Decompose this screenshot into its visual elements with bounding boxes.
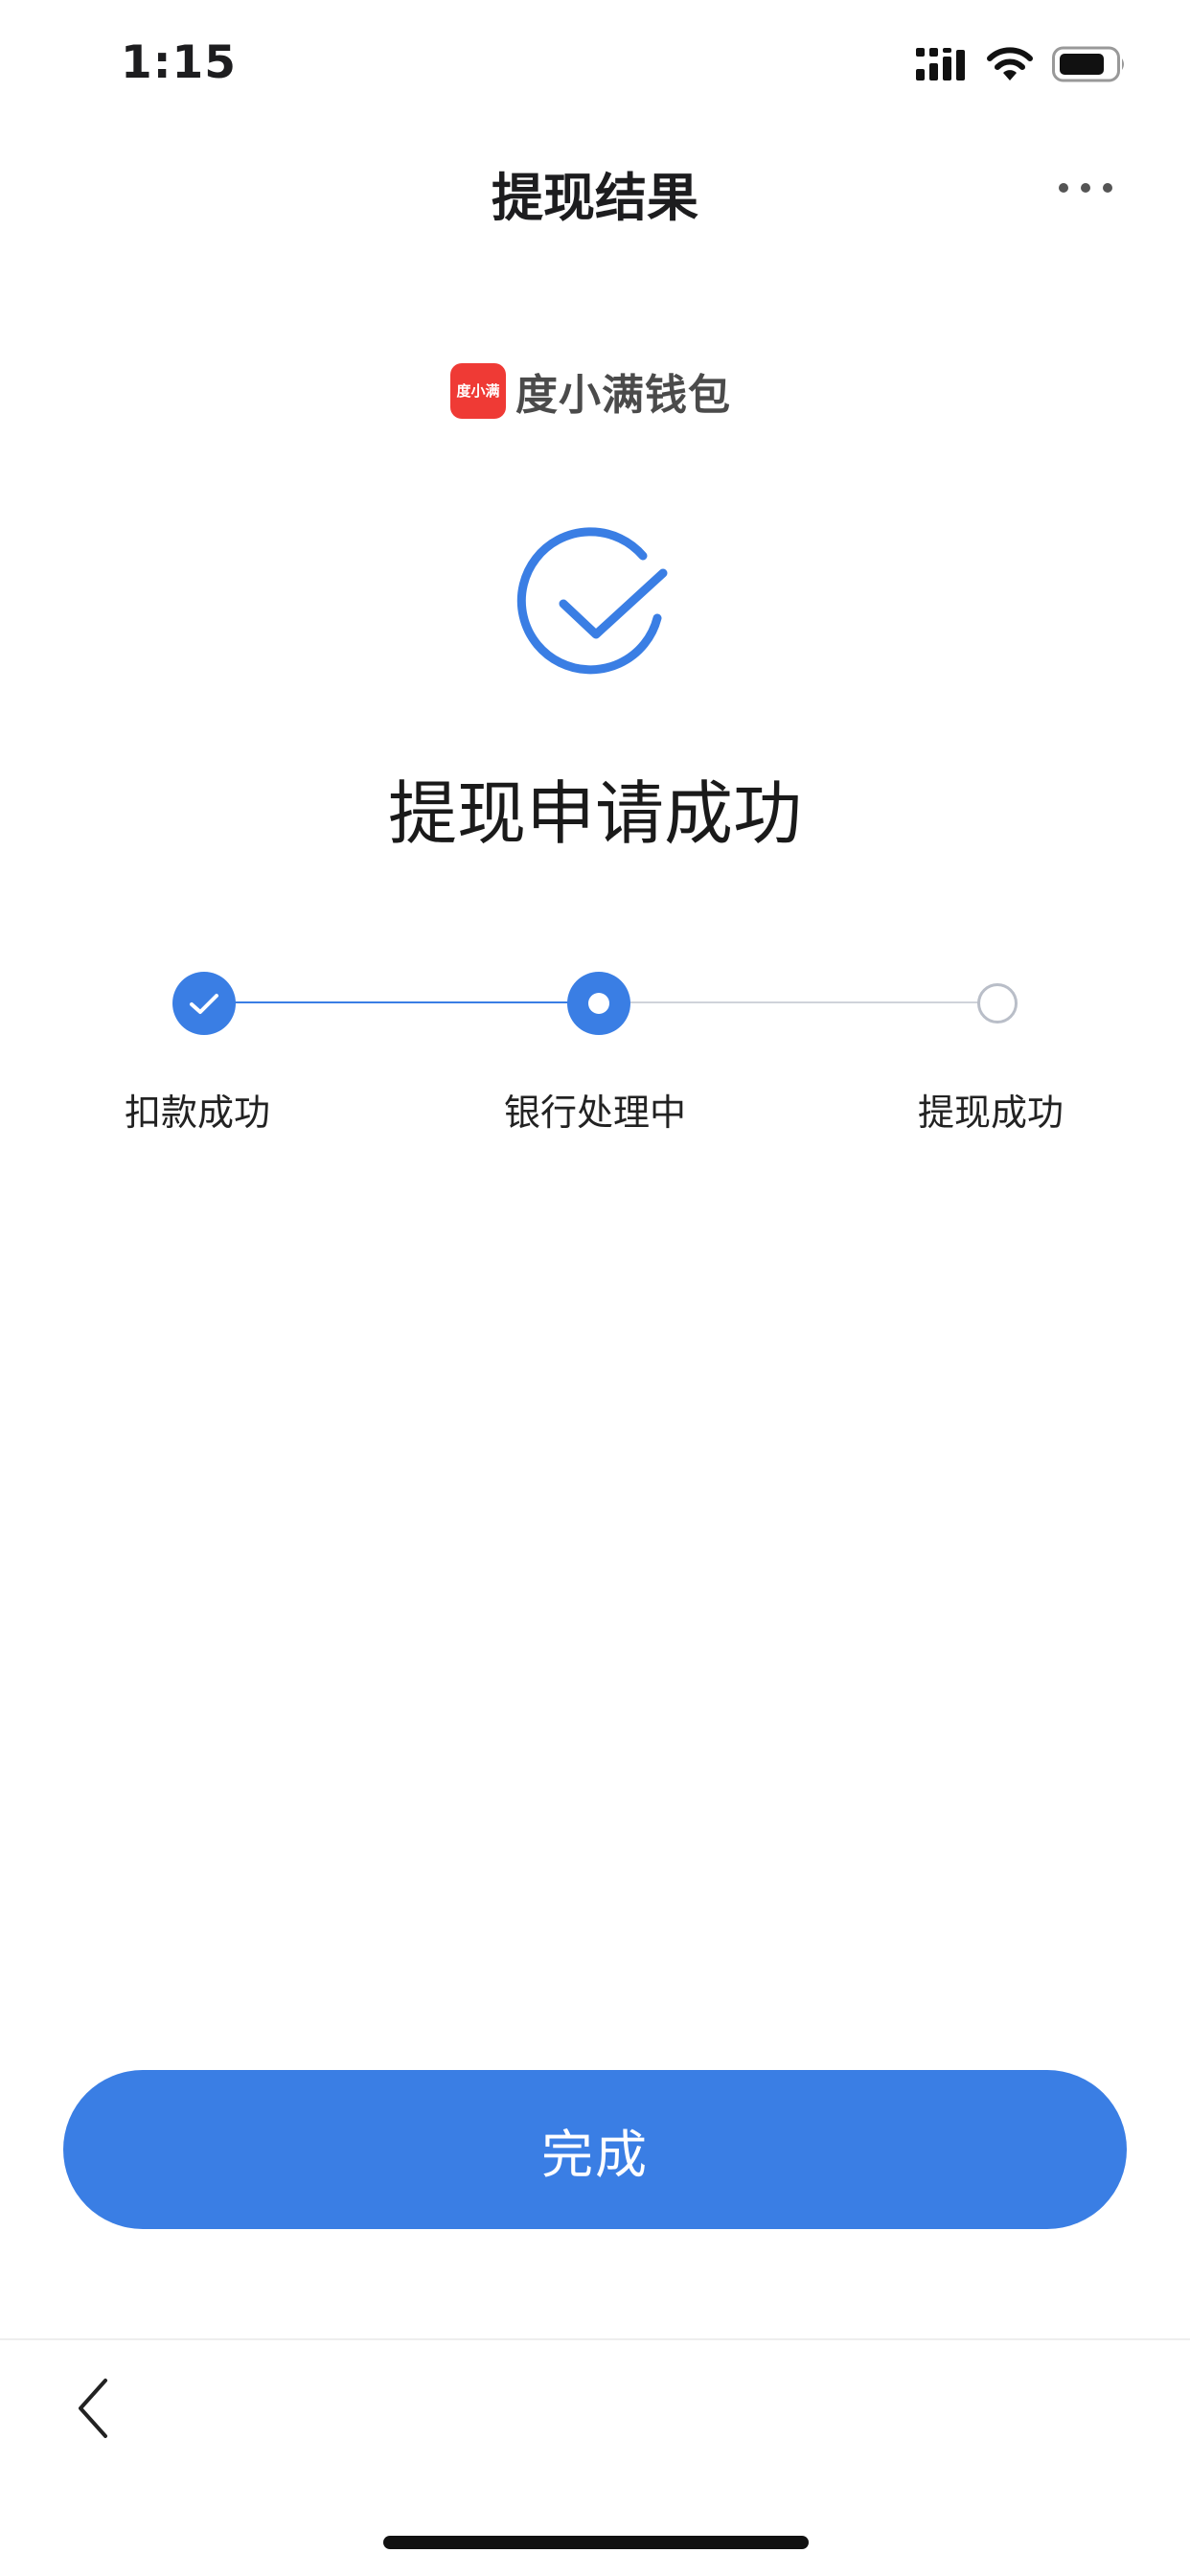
brand-name: 度小满钱包 [515, 371, 731, 420]
check-circle-icon [516, 527, 668, 675]
cellular-signal-icon [916, 48, 965, 80]
brand: 度小满 度小满钱包 [450, 362, 731, 420]
done-button[interactable]: 完成 [63, 2070, 1127, 2229]
home-indicator [383, 2536, 809, 2549]
more-options-icon[interactable] [1056, 169, 1115, 207]
back-arrow-icon[interactable] [69, 2375, 126, 2442]
page-title: 提现结果 [492, 168, 698, 228]
brand-logo-text: 度小满 [456, 382, 500, 400]
brand-logo: 度小满 [450, 363, 506, 419]
bottom-divider [0, 2338, 1190, 2340]
progress-line-completed [203, 1001, 598, 1003]
status-time: 1:15 [121, 36, 237, 89]
step-pending-icon [977, 983, 1018, 1024]
step-label-debit-success: 扣款成功 [124, 1092, 270, 1134]
progress-line-pending [598, 1001, 996, 1003]
result-title: 提现申请成功 [387, 773, 802, 854]
step-current-icon [567, 972, 630, 1035]
wifi-icon [987, 47, 1033, 80]
step-done-icon [172, 972, 236, 1035]
step-label-bank-processing: 银行处理中 [503, 1092, 686, 1134]
check-icon [190, 994, 218, 1014]
battery-icon [1052, 46, 1124, 82]
step-label-withdraw-success: 提现成功 [917, 1092, 1064, 1134]
